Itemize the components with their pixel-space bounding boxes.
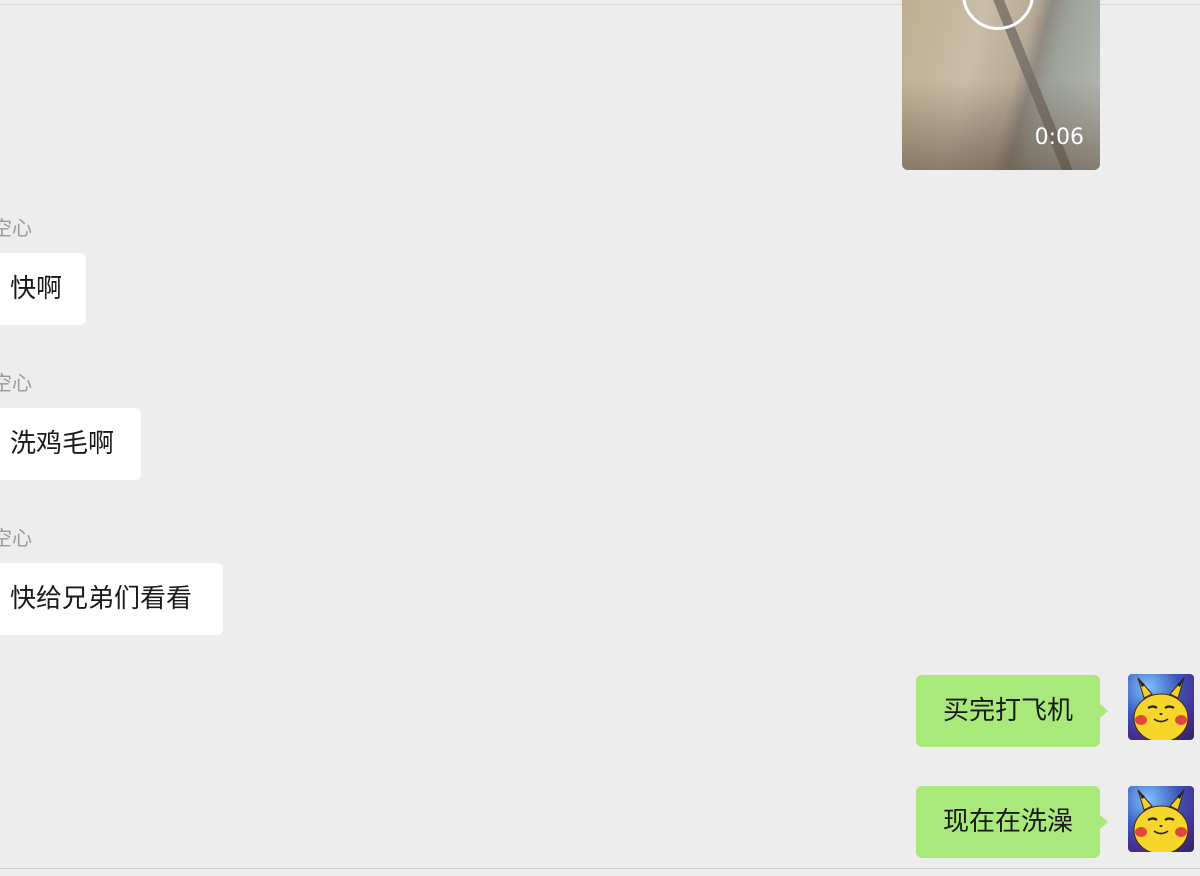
bottom-divider [0, 868, 1200, 869]
user-avatar[interactable] [1128, 786, 1194, 852]
incoming-message-bubble[interactable]: 洗鸡毛啊 [0, 408, 141, 480]
play-icon[interactable] [962, 0, 1034, 30]
pikachu-avatar-icon [1133, 677, 1189, 740]
incoming-message-bubble[interactable]: 快给兄弟们看看 [0, 563, 223, 635]
pikachu-avatar-icon [1133, 789, 1189, 852]
sender-name: 空心 [0, 371, 32, 395]
sender-name: 空心 [0, 216, 32, 240]
outgoing-message-bubble[interactable]: 现在在洗澡 [916, 786, 1108, 858]
outgoing-message-bubble[interactable]: 买完打飞机 [916, 675, 1108, 747]
sender-name: 空心 [0, 526, 32, 550]
video-message[interactable]: 0:06 [902, 0, 1100, 170]
user-avatar[interactable] [1128, 674, 1194, 740]
incoming-message-bubble[interactable]: 快啊 [0, 253, 86, 325]
video-duration: 0:06 [1034, 125, 1084, 150]
